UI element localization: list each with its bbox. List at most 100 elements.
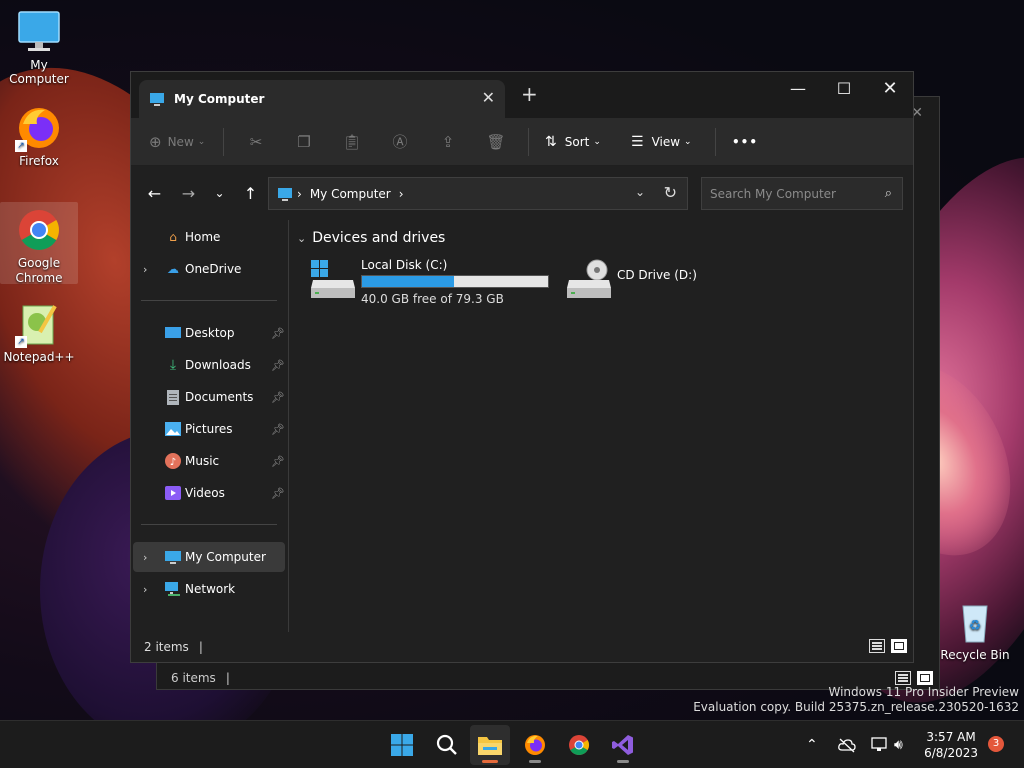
back-button[interactable]: ← xyxy=(139,178,170,208)
svg-text:♪: ♪ xyxy=(170,457,176,468)
sidebar-item-documents[interactable]: Documents 📌︎ xyxy=(133,382,285,412)
drive-name: Local Disk (C:) xyxy=(361,258,448,272)
downloads-icon: ⤓ xyxy=(169,357,177,373)
sidebar-item-videos[interactable]: Videos 📌︎ xyxy=(133,478,285,508)
sidebar-item-pictures[interactable]: Pictures 📌︎ xyxy=(133,414,285,444)
tiles-view-icon[interactable] xyxy=(891,639,907,653)
explorer-body: ⌂ Home › ☁ OneDrive Desktop 📌︎ ⤓ Downloa… xyxy=(131,220,913,632)
chrome-icon xyxy=(569,735,589,755)
sidebar-item-music[interactable]: ♪ Music 📌︎ xyxy=(133,446,285,476)
recent-locations-button[interactable]: ⌄ xyxy=(204,178,235,208)
search-box[interactable]: ⌕ xyxy=(701,177,903,210)
breadcrumb-separator[interactable]: › xyxy=(399,187,404,201)
sidebar-item-desktop[interactable]: Desktop 📌︎ xyxy=(133,318,285,348)
new-button[interactable]: ⊕ New ⌄ xyxy=(149,133,215,151)
sidebar-item-my-computer[interactable]: › My Computer xyxy=(133,542,285,572)
search-button[interactable] xyxy=(427,725,467,765)
pin-icon[interactable]: 📌︎ xyxy=(271,327,285,340)
details-view-icon[interactable] xyxy=(869,639,885,653)
tray-network[interactable] xyxy=(870,721,888,768)
minimize-button[interactable]: — xyxy=(775,72,821,104)
sidebar-item-home[interactable]: ⌂ Home xyxy=(133,222,285,252)
drive-usage-bar xyxy=(361,275,549,288)
address-bar[interactable]: › My Computer › ⌄ ↻ xyxy=(268,177,688,210)
notification-badge[interactable]: 3 xyxy=(988,736,1004,752)
chevron-right-icon[interactable]: › xyxy=(143,551,157,564)
taskbar: ⌃ 🔊︎ 3:57 AM 6/8/2023 3 xyxy=(0,720,1024,768)
breadcrumb-separator: › xyxy=(297,186,302,201)
pin-icon[interactable]: 📌︎ xyxy=(271,359,285,372)
status-item-count: 6 items | xyxy=(171,671,230,685)
monitor-icon xyxy=(278,187,292,201)
tray-overflow-button[interactable]: ⌃ xyxy=(806,721,818,768)
firefox-icon: ↗ xyxy=(15,104,63,152)
taskbar-clock[interactable]: 3:57 AM 6/8/2023 xyxy=(924,729,978,761)
paste-icon[interactable]: 📋︎ xyxy=(328,126,376,158)
chrome-icon xyxy=(15,206,63,254)
sidebar-item-downloads[interactable]: ⤓ Downloads 📌︎ xyxy=(133,350,285,380)
status-divider: | xyxy=(198,640,203,654)
running-indicator xyxy=(529,760,541,763)
tab-close-icon[interactable]: ✕ xyxy=(482,88,495,107)
status-bar: 2 items | xyxy=(131,632,913,662)
delete-icon[interactable]: 🗑︎ xyxy=(472,126,520,158)
taskbar-file-explorer[interactable] xyxy=(470,725,510,765)
pin-icon[interactable]: 📌︎ xyxy=(271,455,285,468)
copy-icon[interactable]: ❐ xyxy=(280,126,328,158)
shortcut-arrow-icon: ↗ xyxy=(15,336,27,348)
sidebar-item-onedrive[interactable]: › ☁ OneDrive xyxy=(133,254,285,284)
sort-button[interactable]: ⇅ Sort ⌄ xyxy=(545,134,617,150)
drive-local-disk-c[interactable]: Local Disk (C:) 40.0 GB free of 79.3 GB xyxy=(309,258,559,310)
desktop-icon-notepadpp[interactable]: ↗ Notepad++ xyxy=(0,300,78,364)
tab-my-computer[interactable]: My Computer ✕ xyxy=(139,80,505,118)
chevron-right-icon[interactable]: › xyxy=(143,583,157,596)
up-button[interactable]: ↑ xyxy=(235,178,266,208)
taskbar-firefox[interactable] xyxy=(515,725,555,765)
tray-network-disconnected[interactable] xyxy=(838,721,856,768)
maximize-button[interactable]: ☐ xyxy=(821,72,867,104)
desktop-icon-firefox[interactable]: ↗ Firefox xyxy=(0,104,78,168)
tab-title: My Computer xyxy=(174,92,265,106)
tray-volume[interactable]: 🔊︎ xyxy=(894,721,903,768)
desktop-icon-label: Firefox xyxy=(19,154,59,168)
title-bar[interactable]: My Computer ✕ + — ☐ ✕ xyxy=(131,72,913,118)
desktop-icon-my-computer[interactable]: My Computer xyxy=(0,8,78,86)
cut-icon[interactable]: ✂ xyxy=(232,126,280,158)
taskbar-visual-studio[interactable] xyxy=(603,725,643,765)
running-indicator xyxy=(482,760,498,763)
chevron-down-icon: ⌄ xyxy=(684,136,692,147)
pin-icon[interactable]: 📌︎ xyxy=(271,487,285,500)
details-view-icon[interactable] xyxy=(895,671,911,685)
chevron-down-icon: ⌄ xyxy=(593,136,601,147)
cd-drive-icon xyxy=(565,258,613,302)
pin-icon[interactable]: 📌︎ xyxy=(271,423,285,436)
more-options-button[interactable]: ••• xyxy=(732,135,758,149)
desktop-icon-recycle-bin[interactable]: ♻ Recycle Bin xyxy=(936,598,1014,662)
taskbar-chrome[interactable] xyxy=(559,725,599,765)
share-icon[interactable]: ⇪ xyxy=(424,126,472,158)
sidebar-item-network[interactable]: › Network xyxy=(133,574,285,604)
chevron-right-icon[interactable]: › xyxy=(143,263,157,276)
videos-icon xyxy=(165,485,181,501)
search-input[interactable] xyxy=(710,186,870,201)
group-header-devices[interactable]: ⌄ Devices and drives xyxy=(297,230,445,246)
view-list-icon: ☰ xyxy=(631,133,644,150)
rename-icon[interactable]: Ⓐ xyxy=(376,126,424,158)
windows-drive-icon xyxy=(309,258,357,302)
breadcrumb-my-computer[interactable]: My Computer xyxy=(310,187,391,201)
shortcut-arrow-icon: ↗ xyxy=(15,140,27,152)
chevron-up-icon: ⌃ xyxy=(806,737,818,753)
onedrive-icon: ☁ xyxy=(167,262,179,276)
chevron-down-icon[interactable]: ⌄ xyxy=(635,185,645,199)
start-button[interactable] xyxy=(382,725,422,765)
close-button[interactable]: ✕ xyxy=(867,72,913,104)
forward-button[interactable]: → xyxy=(173,178,204,208)
view-button[interactable]: ☰ View ⌄ xyxy=(631,134,707,150)
desktop-icon-chrome[interactable]: Google Chrome xyxy=(0,202,78,285)
explorer-window: My Computer ✕ + — ☐ ✕ ⊕ New ⌄ ✂ ❐ 📋︎ Ⓐ ⇪… xyxy=(130,71,914,663)
refresh-icon[interactable]: ↻ xyxy=(664,183,677,202)
new-tab-button[interactable]: + xyxy=(521,84,538,104)
tiles-view-icon[interactable] xyxy=(917,671,933,685)
pin-icon[interactable]: 📌︎ xyxy=(271,391,285,404)
drive-cd-d[interactable]: CD Drive (D:) xyxy=(565,258,765,310)
